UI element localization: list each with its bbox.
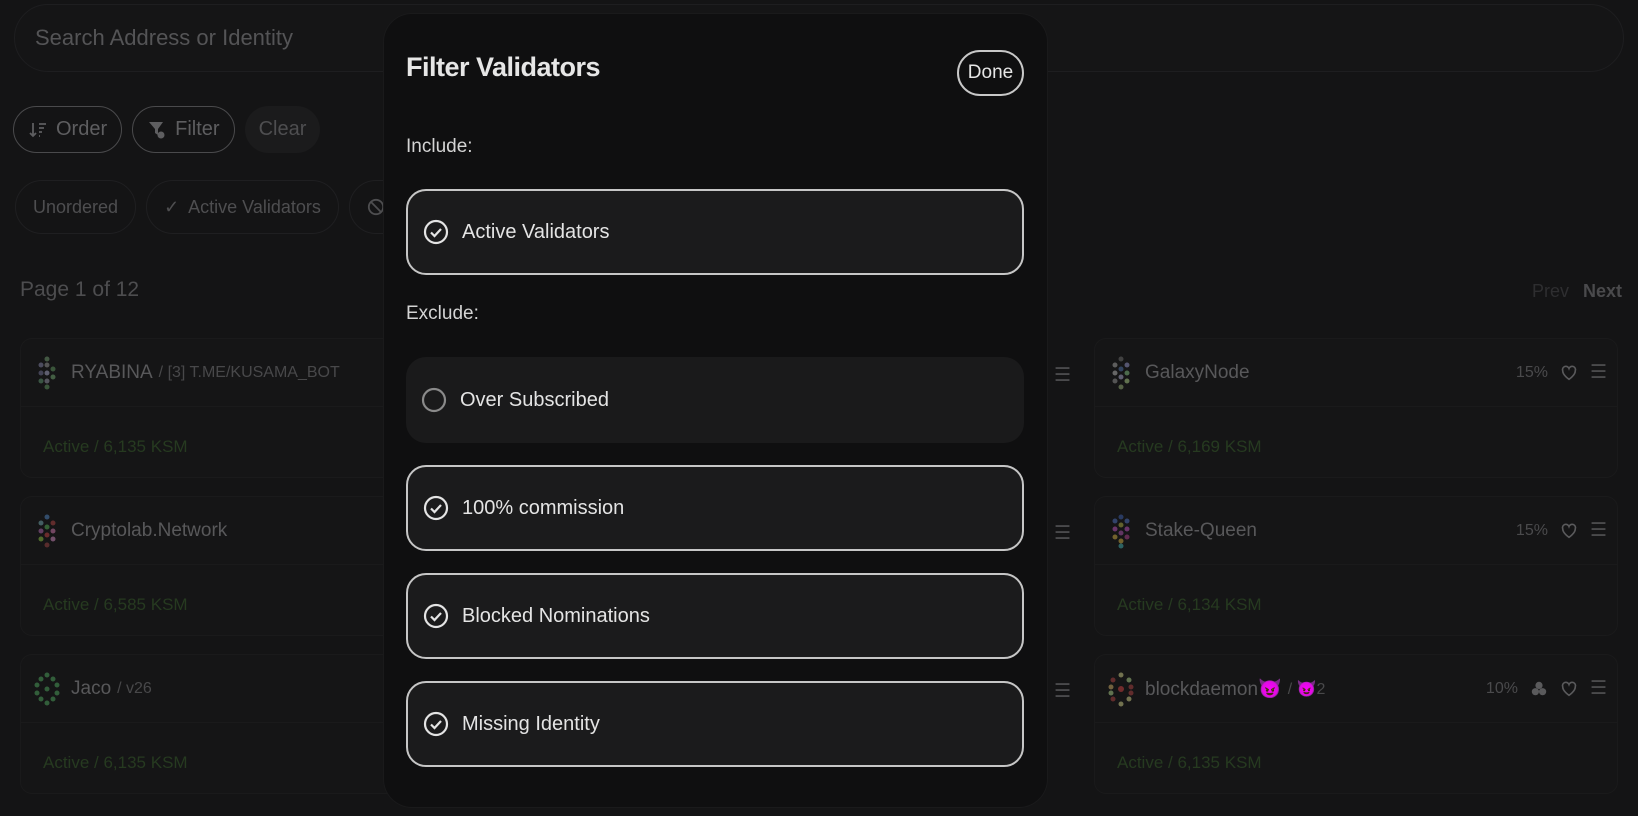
filter-option-100-commission[interactable]: 100% commission [406, 465, 1024, 551]
filter-icon [149, 121, 165, 138]
next-button[interactable]: Next [1583, 281, 1622, 302]
exclude-label: Exclude: [406, 303, 479, 324]
validator-name: GalaxyNode [1145, 361, 1250, 383]
option-label: Missing Identity [462, 712, 600, 735]
identicon-avatar [1112, 356, 1130, 389]
chip-active-validators[interactable]: ✓ Active Validators [146, 180, 339, 234]
page-info: Page 1 of 12 [20, 278, 140, 301]
clear-button[interactable]: Clear [244, 106, 321, 153]
option-label: Over Subscribed [460, 388, 609, 411]
order-label: Order [56, 118, 108, 140]
validator-name: Cryptolab.Network [71, 519, 228, 541]
validator-sub-identity: / 😈2 [1287, 680, 1326, 698]
menu-icon[interactable]: ☰ [1054, 364, 1071, 387]
commission-value: 10% [1485, 679, 1518, 697]
toolbar: Order Filter Clear [13, 106, 321, 153]
identicon-avatar [34, 672, 60, 705]
checked-circle-icon [423, 603, 449, 629]
chip-label: Unordered [33, 196, 119, 217]
validators-page: Order Filter Clear Unordered ✓ Active Va… [0, 0, 1638, 816]
validator-status: Active / 6,135 KSM [43, 437, 188, 456]
validator-actions: 10% ☰ [1486, 679, 1607, 698]
filter-option-over-subscribed[interactable]: Over Subscribed [406, 357, 1024, 443]
menu-icon[interactable]: ☰ [1054, 680, 1071, 703]
option-label: Active Validators [462, 220, 610, 243]
filter-validators-modal: Filter Validators Done Include: Active V… [384, 14, 1047, 807]
commission-value: 15% [1515, 363, 1548, 381]
order-button[interactable]: Order [13, 106, 123, 153]
pool-icon [1531, 681, 1547, 695]
validator-actions: 15% ☰ [1516, 521, 1607, 540]
menu-icon[interactable]: ☰ [1590, 679, 1607, 698]
checked-circle-icon [423, 495, 449, 521]
validator-status: Active / 6,585 KSM [43, 595, 188, 614]
filter-label: Filter [175, 118, 220, 140]
done-button[interactable]: Done [957, 50, 1024, 96]
commission-value: 15% [1515, 521, 1548, 539]
validator-sub-identity: / [3] T.ME/KUSAMA_BOT [158, 363, 340, 381]
chip-unordered[interactable]: Unordered [15, 180, 137, 234]
heart-icon[interactable] [1560, 680, 1578, 698]
validator-card[interactable]: blockdaemon😈 / 😈2 10% ☰ Active / 6,135 K… [1094, 654, 1618, 794]
validator-card[interactable]: GalaxyNode 15% ☰ Active / 6,169 KSM [1094, 338, 1618, 478]
validator-sub-identity: / v26 [117, 679, 152, 697]
validator-actions: 15% ☰ [1516, 363, 1607, 382]
validator-status: Active / 6,169 KSM [1117, 437, 1262, 456]
option-label: 100% commission [462, 496, 625, 519]
pagination: Prev Next [1532, 281, 1622, 302]
validator-status: Active / 6,135 KSM [43, 753, 188, 772]
validator-name: blockdaemon😈 [1145, 678, 1282, 700]
check-icon: ✓ [164, 196, 180, 217]
filter-option-blocked-nominations[interactable]: Blocked Nominations [406, 573, 1024, 659]
filter-option-missing-identity[interactable]: Missing Identity [406, 681, 1024, 767]
include-label: Include: [406, 136, 473, 157]
menu-icon[interactable]: ☰ [1054, 522, 1071, 545]
menu-icon[interactable]: ☰ [1590, 363, 1607, 382]
checked-circle-icon [423, 711, 449, 737]
sort-icon [29, 122, 46, 137]
identicon-avatar [38, 514, 56, 547]
modal-title: Filter Validators [406, 52, 601, 82]
identicon-avatar [38, 356, 56, 389]
checked-circle-icon [423, 219, 449, 245]
filter-button[interactable]: Filter [132, 106, 235, 153]
validator-name: Stake-Queen [1145, 519, 1257, 541]
heart-icon[interactable] [1560, 522, 1578, 540]
validator-status: Active / 6,135 KSM [1117, 753, 1262, 772]
validator-name: RYABINA [71, 361, 153, 383]
prev-button[interactable]: Prev [1532, 281, 1569, 302]
identicon-avatar [1108, 672, 1134, 706]
ban-icon [367, 198, 384, 216]
validator-name: Jaco [71, 677, 112, 699]
filter-option-active-validators[interactable]: Active Validators [406, 189, 1024, 275]
option-label: Blocked Nominations [462, 604, 650, 627]
identicon-avatar [1112, 514, 1130, 548]
unchecked-circle-icon [421, 387, 447, 413]
validator-status: Active / 6,134 KSM [1117, 595, 1262, 614]
heart-icon[interactable] [1560, 364, 1578, 382]
chip-label: Active Validators [188, 196, 321, 217]
menu-icon[interactable]: ☰ [1590, 521, 1607, 540]
validator-card[interactable]: Stake-Queen 15% ☰ Active / 6,134 KSM [1094, 496, 1618, 636]
